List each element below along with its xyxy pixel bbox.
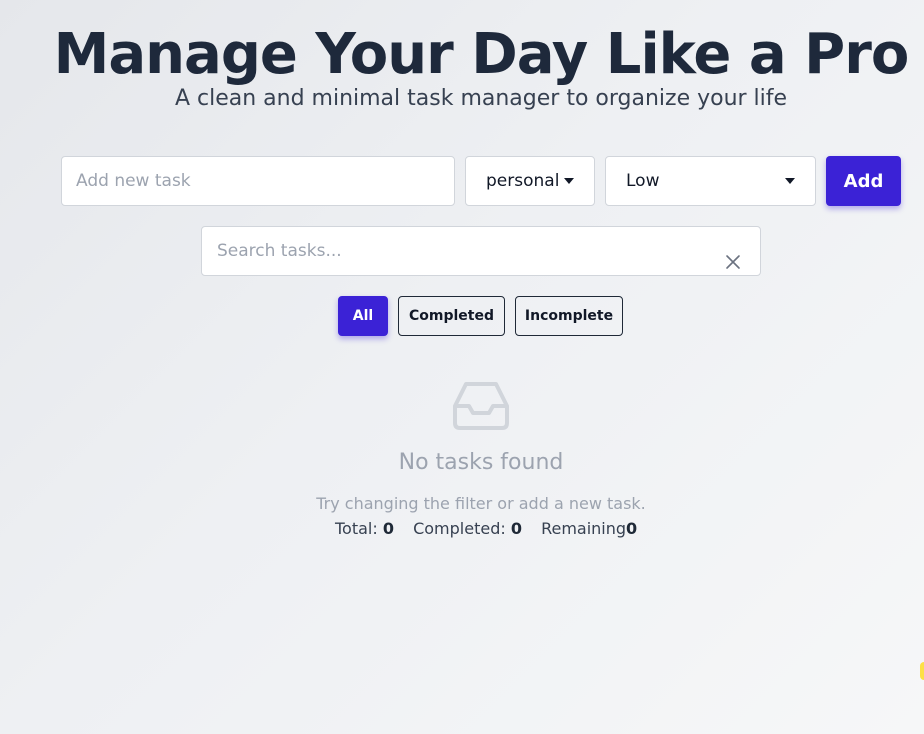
empty-state-title: No tasks found — [398, 450, 564, 475]
stat-remaining: Remaining0 — [541, 519, 637, 538]
stat-total-label: Total: — [335, 519, 378, 538]
empty-state-hint: Try changing the filter or add a new tas… — [316, 494, 646, 513]
category-select-value: personal — [486, 171, 560, 191]
stat-completed-label: Completed: — [413, 519, 506, 538]
caret-down-icon — [785, 178, 795, 184]
caret-down-icon — [564, 178, 574, 184]
category-select[interactable]: personal — [465, 156, 595, 206]
filter-completed-button[interactable]: Completed — [398, 296, 505, 336]
task-stats: Total: 0 Completed: 0 Remaining0 — [335, 519, 651, 538]
inbox-icon — [452, 381, 510, 431]
filter-all-button[interactable]: All — [338, 296, 388, 336]
stat-remaining-value: 0 — [626, 519, 638, 538]
search-bar — [201, 226, 761, 276]
new-task-input[interactable] — [61, 156, 455, 206]
stat-completed-value: 0 — [510, 519, 522, 538]
stat-completed: Completed: 0 — [413, 519, 522, 538]
corner-indicator — [920, 662, 924, 680]
add-task-button[interactable]: Add — [826, 156, 901, 206]
page-subtitle: A clean and minimal task manager to orga… — [174, 86, 788, 111]
priority-select[interactable]: Low — [605, 156, 816, 206]
page-title: Manage Your Day Like a Pro — [53, 22, 910, 87]
filter-incomplete-button[interactable]: Incomplete — [515, 296, 623, 336]
stat-remaining-label: Remaining — [541, 519, 627, 538]
close-icon[interactable] — [725, 254, 741, 270]
priority-select-value: Low — [626, 171, 660, 191]
stat-total: Total: 0 — [335, 519, 394, 538]
search-input[interactable] — [201, 226, 761, 276]
stat-total-value: 0 — [382, 519, 394, 538]
